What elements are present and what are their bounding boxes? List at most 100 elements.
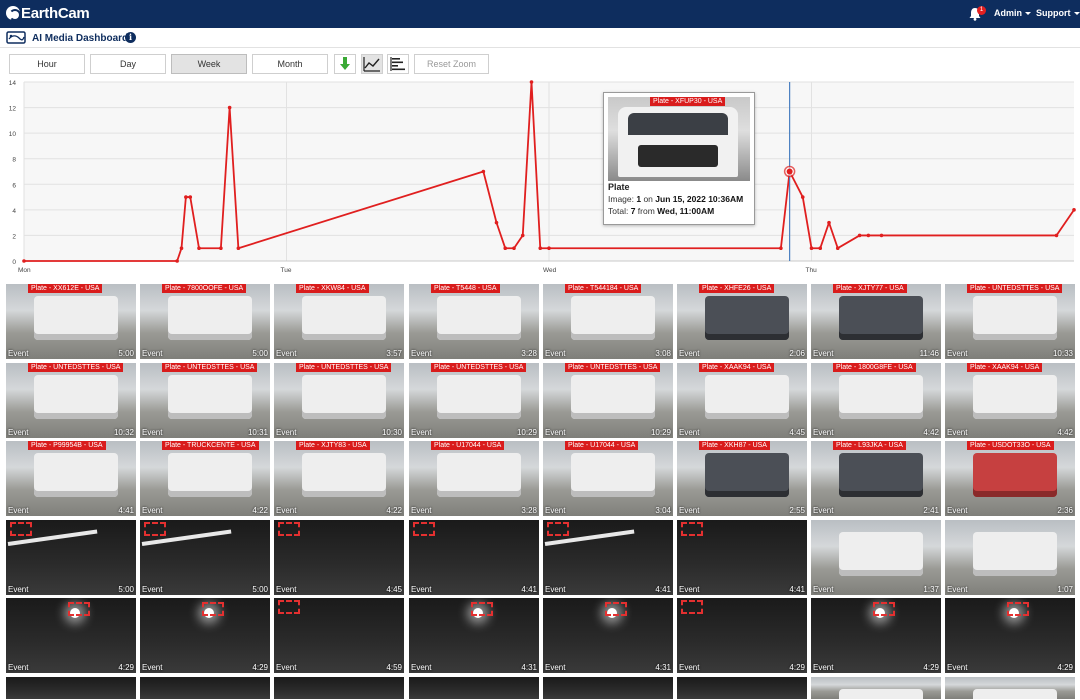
media-thumbnail[interactable]: Event 4:29 (945, 598, 1075, 673)
event-label: Event (411, 428, 432, 437)
line-chart-button[interactable] (361, 54, 383, 74)
media-thumbnail[interactable] (6, 677, 136, 699)
media-thumbnail[interactable]: Event 4:29 (6, 598, 136, 673)
event-label: Event (679, 506, 700, 515)
media-thumbnail[interactable]: Plate - 7800OOFE - USA Event 5:00 (140, 284, 270, 359)
media-thumbnail[interactable]: Plate - TRUCKCENTE - USA Event 4:22 (140, 441, 270, 516)
duration-label: 1:07 (1057, 585, 1073, 594)
event-label: Event (411, 585, 432, 594)
media-thumbnail[interactable]: Event 4:29 (811, 598, 941, 673)
media-thumbnail[interactable]: Event 4:41 (677, 520, 807, 595)
plate-tag: Plate - XKW84 - USA (296, 284, 369, 293)
media-thumbnail[interactable]: Plate - P99954B - USA Event 4:41 (6, 441, 136, 516)
month-button[interactable]: Month (252, 54, 328, 74)
plate-tag: Plate - XJTY77 - USA (833, 284, 907, 293)
duration-label: 4:42 (923, 428, 939, 437)
media-thumbnail[interactable]: Plate - UNTEDSTTES - USA Event 10:33 (945, 284, 1075, 359)
media-thumbnail[interactable]: Plate - XJTY77 - USA Event 11:46 (811, 284, 941, 359)
event-label: Event (276, 663, 297, 672)
event-label: Event (411, 349, 432, 358)
media-thumbnail[interactable]: Plate - UNTEDSTTES - USA Event 10:31 (140, 363, 270, 438)
data-point (879, 233, 884, 238)
hour-button[interactable]: Hour (9, 54, 85, 74)
media-thumbnail[interactable]: Event 4:31 (409, 598, 539, 673)
data-point (179, 246, 184, 251)
media-thumbnail[interactable]: Plate - XX612E - USA Event 5:00 (6, 284, 136, 359)
media-thumbnail[interactable] (677, 677, 807, 699)
event-label: Event (545, 663, 566, 672)
week-button[interactable]: Week (171, 54, 247, 74)
bar-chart-button[interactable] (387, 54, 409, 74)
reset-zoom-button[interactable]: Reset Zoom (414, 54, 489, 74)
duration-label: 4:31 (521, 663, 537, 672)
media-thumbnail[interactable]: Event 5:00 (140, 520, 270, 595)
media-thumbnail[interactable] (945, 677, 1075, 699)
events-chart[interactable]: 0 2 4 6 8 10 12 14 Mon Tue Wed Thu (0, 78, 1080, 278)
horizontal-bars-icon (390, 57, 405, 71)
media-thumbnail[interactable]: Event 4:41 (543, 520, 673, 595)
event-label: Event (276, 349, 297, 358)
tooltip-thumbnail[interactable]: Plate - XFUP30 - USA (608, 97, 750, 181)
event-label: Event (8, 663, 29, 672)
info-icon[interactable]: i (125, 32, 136, 43)
plate-tag: Plate - TRUCKCENTE - USA (162, 441, 259, 450)
media-thumbnail[interactable] (140, 677, 270, 699)
x-tick-label: Mon (18, 267, 31, 274)
plate-tag: Plate - UNTEDSTTES - USA (28, 363, 124, 372)
media-thumbnail[interactable]: Plate - UNTEDSTTES - USA Event 10:29 (409, 363, 539, 438)
support-menu[interactable]: Support (1036, 8, 1080, 18)
media-thumbnail[interactable]: Event 4:29 (677, 598, 807, 673)
admin-label: Admin (994, 8, 1022, 18)
detection-box (547, 522, 569, 536)
duration-label: 4:29 (789, 663, 805, 672)
media-thumbnail[interactable]: Event 4:29 (140, 598, 270, 673)
media-thumbnail[interactable]: Plate - T544184 - USA Event 3:08 (543, 284, 673, 359)
event-label: Event (411, 663, 432, 672)
duration-label: 4:31 (655, 663, 671, 672)
media-thumbnail[interactable]: Plate - 1800G8FE - USA Event 4:42 (811, 363, 941, 438)
media-thumbnail[interactable] (409, 677, 539, 699)
admin-menu[interactable]: Admin (994, 8, 1031, 18)
plate-tag: Plate - 1800G8FE - USA (833, 363, 916, 372)
media-thumbnail[interactable]: Event 1:07 (945, 520, 1075, 595)
media-thumbnail[interactable]: Plate - UNTEDSTTES - USA Event 10:30 (274, 363, 404, 438)
media-thumbnail[interactable]: Plate - U17044 - USA Event 3:28 (409, 441, 539, 516)
media-thumbnail[interactable]: Plate - XAAK94 - USA Event 4:45 (677, 363, 807, 438)
media-thumbnail[interactable]: Event 5:00 (6, 520, 136, 595)
media-thumbnail[interactable] (543, 677, 673, 699)
media-thumbnail[interactable]: Plate - XAAK94 - USA Event 4:42 (945, 363, 1075, 438)
data-point (236, 246, 241, 251)
day-button[interactable]: Day (90, 54, 166, 74)
earthcam-logo[interactable]: EarthCam (6, 5, 90, 22)
media-thumbnail[interactable] (274, 677, 404, 699)
media-thumbnail[interactable]: Event 4:41 (409, 520, 539, 595)
data-point (866, 233, 871, 238)
media-thumbnail[interactable]: Plate - UNTEDSTTES - USA Event 10:29 (543, 363, 673, 438)
duration-label: 4:41 (655, 585, 671, 594)
media-thumbnail[interactable]: Plate - L93JKA - USA Event 2:41 (811, 441, 941, 516)
data-point (1054, 233, 1059, 238)
media-thumbnail[interactable]: Plate - XKW84 - USA Event 3:57 (274, 284, 404, 359)
media-thumbnail[interactable]: Plate - U17044 - USA Event 3:04 (543, 441, 673, 516)
media-thumbnail[interactable]: Event 4:45 (274, 520, 404, 595)
media-thumbnail[interactable]: Plate - XKH87 - USA Event 2:55 (677, 441, 807, 516)
media-thumbnail[interactable]: Event 4:59 (274, 598, 404, 673)
media-thumbnail[interactable]: Event 1:37 (811, 520, 941, 595)
data-point (22, 259, 26, 263)
media-thumbnail[interactable]: Plate - XHFE26 - USA Event 2:06 (677, 284, 807, 359)
globe-icon (6, 6, 21, 21)
media-thumbnail[interactable]: Plate - UNTEDSTTES - USA Event 10:32 (6, 363, 136, 438)
event-label: Event (813, 585, 834, 594)
media-thumbnail[interactable]: Plate - XJTY83 - USA Event 4:22 (274, 441, 404, 516)
dashboard-icon (6, 31, 26, 44)
event-label: Event (813, 663, 834, 672)
media-thumbnail[interactable] (811, 677, 941, 699)
media-thumbnail[interactable]: Event 4:31 (543, 598, 673, 673)
media-thumbnail[interactable]: Plate - T5448 - USA Event 3:28 (409, 284, 539, 359)
events-line-chart[interactable]: 0 2 4 6 8 10 12 14 Mon Tue Wed Thu (0, 78, 1080, 278)
media-thumbnail[interactable]: Plate - USDOT33O - USA Event 2:36 (945, 441, 1075, 516)
plate-tag: Plate - UNTEDSTTES - USA (565, 363, 661, 372)
vehicle-shape (437, 453, 521, 497)
download-button[interactable] (334, 54, 356, 74)
chevron-down-icon (1025, 12, 1031, 15)
